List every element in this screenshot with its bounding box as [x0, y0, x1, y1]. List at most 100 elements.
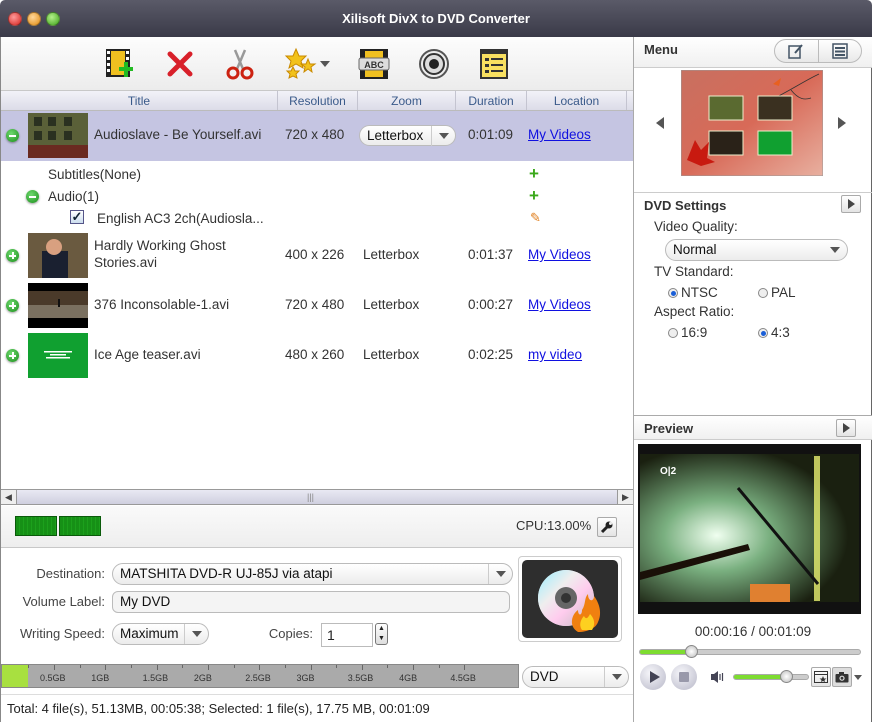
subtitle-button[interactable]: ABC: [357, 47, 391, 81]
chevron-down-icon: [830, 247, 840, 253]
aspect-16-9-radio[interactable]: 16:9: [668, 325, 707, 340]
volume-knob[interactable]: [779, 670, 793, 683]
capacity-tick-mark: [54, 665, 55, 670]
task-list-button[interactable]: [477, 47, 511, 81]
capacity-tick-mark: [207, 665, 209, 670]
file-row[interactable]: Audioslave - Be Yourself.avi 720 x 480 L…: [1, 111, 633, 161]
title-bar: Xilisoft DivX to DVD Converter: [0, 0, 872, 37]
column-duration[interactable]: Duration: [456, 91, 527, 110]
volume-slider[interactable]: [733, 670, 809, 683]
menu-list-button[interactable]: [819, 40, 862, 62]
column-zoom[interactable]: Zoom: [358, 91, 456, 110]
file-title: Audioslave - Be Yourself.avi: [94, 127, 262, 142]
minimize-window-button[interactable]: [27, 12, 41, 26]
capacity-tick-label: 1GB: [91, 673, 110, 683]
copies-input[interactable]: 1: [321, 623, 373, 647]
tv-standard-ntsc-radio[interactable]: NTSC: [668, 285, 718, 300]
collapse-icon[interactable]: [26, 190, 39, 203]
audio-track-checkbox[interactable]: ✓: [70, 210, 84, 224]
file-title: Ice Age teaser.avi: [94, 347, 201, 362]
zoom-dropdown[interactable]: Letterbox: [359, 125, 456, 146]
burn-button[interactable]: [417, 47, 451, 81]
file-duration: 0:02:25: [468, 347, 514, 362]
writing-speed-dropdown[interactable]: Maximum: [112, 623, 209, 645]
capacity-minor-tick: [336, 665, 338, 668]
preview-seek-slider[interactable]: [639, 645, 861, 658]
destination-dropdown[interactable]: MATSHITA DVD-R UJ-85J via atapi: [112, 563, 513, 585]
aspect-4-3-radio[interactable]: 4:3: [758, 325, 790, 340]
file-resolution: 480 x 260: [285, 347, 345, 362]
play-button[interactable]: [640, 664, 666, 690]
stars-icon: [284, 47, 317, 79]
menu-template-preview[interactable]: [681, 70, 823, 176]
dvd-settings-title: DVD Settings: [644, 198, 727, 213]
volume-icon[interactable]: [710, 670, 726, 684]
collapse-icon[interactable]: [6, 129, 19, 142]
cpu-bar: CPU:13.00%: [1, 506, 633, 548]
film-abc-icon: ABC: [358, 48, 390, 79]
file-location-link[interactable]: my video: [528, 347, 582, 362]
file-zoom[interactable]: Letterbox: [363, 347, 419, 362]
expand-icon[interactable]: [6, 249, 19, 262]
preview-video: O|2: [638, 444, 861, 614]
burn-disc-button[interactable]: [518, 556, 622, 642]
settings-wrench-button[interactable]: [597, 517, 617, 537]
menu-panel-title: Menu: [644, 42, 678, 57]
menu-prev-button[interactable]: [656, 117, 664, 129]
camera-options-dropdown[interactable]: [854, 675, 862, 680]
edit-icon: [788, 44, 804, 59]
edit-pencil-icon[interactable]: ✎: [530, 210, 541, 226]
expand-icon[interactable]: [6, 349, 19, 362]
arrow-right-icon: [838, 117, 846, 129]
zoom-window-button[interactable]: [46, 12, 60, 26]
file-zoom[interactable]: Letterbox: [363, 297, 419, 312]
file-zoom[interactable]: Letterbox: [363, 247, 419, 262]
dvd-settings-expand-button[interactable]: [841, 195, 861, 213]
camera-button[interactable]: [832, 667, 852, 687]
edit-menu-button[interactable]: [775, 40, 819, 62]
horizontal-scrollbar[interactable]: ◀ ||| ▶: [1, 489, 633, 505]
expand-icon[interactable]: [6, 299, 19, 312]
file-row[interactable]: Hardly Working Ghost Stories.avi 400 x 22…: [1, 231, 633, 281]
copies-stepper[interactable]: ▲ ▼: [375, 623, 388, 645]
cpu-meter: [15, 516, 57, 536]
scroll-right-button[interactable]: ▶: [617, 490, 633, 504]
menu-mode-toggle: [774, 39, 862, 63]
scroll-left-button[interactable]: ◀: [1, 490, 17, 504]
svg-text:O|2: O|2: [660, 466, 677, 477]
file-list: Audioslave - Be Yourself.avi 720 x 480 L…: [1, 111, 633, 508]
tv-standard-pal-radio[interactable]: PAL: [758, 285, 796, 300]
file-row[interactable]: 376 Inconsolable-1.avi 720 x 480 Letterb…: [1, 281, 633, 331]
capacity-tick-label: 3GB: [296, 673, 315, 683]
file-location-link[interactable]: My Videos: [528, 127, 591, 142]
record-icon: [419, 48, 449, 79]
capacity-minor-tick: [387, 665, 389, 668]
video-quality-dropdown[interactable]: Normal: [665, 239, 848, 261]
file-resolution: 720 x 480: [285, 297, 345, 312]
tv-standard-label: TV Standard:: [654, 264, 734, 279]
add-subtitle-icon[interactable]: +: [529, 164, 539, 184]
file-location-link[interactable]: My Videos: [528, 247, 591, 262]
file-row[interactable]: Ice Age teaser.avi 480 x 260 Letterbox 0…: [1, 331, 633, 381]
add-audio-icon[interactable]: +: [529, 186, 539, 206]
add-file-button[interactable]: [103, 47, 137, 81]
capacity-tick-label: 4GB: [399, 673, 418, 683]
close-window-button[interactable]: [8, 12, 22, 26]
menu-next-button[interactable]: [838, 117, 846, 129]
column-title[interactable]: Title: [1, 91, 278, 110]
cpu-usage: CPU:13.00%: [516, 518, 592, 533]
snapshot-frame-button[interactable]: [811, 667, 831, 687]
disc-type-dropdown[interactable]: DVD: [522, 666, 629, 688]
clip-button[interactable]: [223, 47, 257, 81]
preview-expand-button[interactable]: [836, 419, 856, 437]
seek-knob[interactable]: [684, 645, 698, 658]
remove-button[interactable]: [163, 47, 197, 81]
effects-button[interactable]: [283, 47, 331, 81]
file-location-link[interactable]: My Videos: [528, 297, 591, 312]
scroll-thumb-grip[interactable]: |||: [307, 490, 314, 504]
stop-button[interactable]: [671, 664, 697, 690]
arrow-right-icon: [847, 199, 855, 209]
column-location[interactable]: Location: [527, 91, 627, 110]
volume-label-input[interactable]: My DVD: [112, 591, 510, 613]
column-resolution[interactable]: Resolution: [278, 91, 358, 110]
